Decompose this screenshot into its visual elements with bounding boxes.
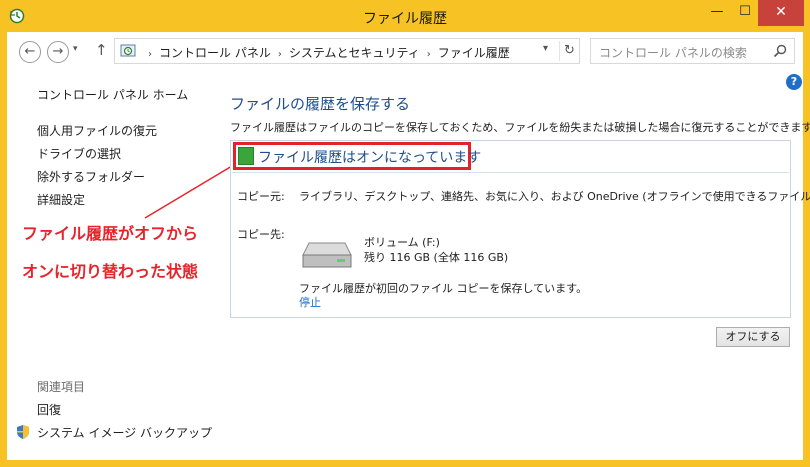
copy-destination-label: コピー先:	[237, 228, 285, 241]
breadcrumb-file-history[interactable]: ファイル履歴	[438, 46, 510, 60]
breadcrumb-control-panel[interactable]: コントロール パネル	[159, 46, 271, 60]
sidebar-item-advanced-settings[interactable]: 詳細設定	[37, 191, 85, 208]
breadcrumb-separator[interactable]: ›	[427, 49, 431, 60]
drive-icon	[302, 242, 352, 268]
sidebar-item-select-drive[interactable]: ドライブの選択	[37, 145, 121, 162]
sidebar-item-restore-files[interactable]: 個人用ファイルの復元	[37, 122, 157, 139]
stop-link[interactable]: 停止	[299, 294, 321, 310]
copy-source-label: コピー元:	[237, 190, 285, 203]
search-icon[interactable]	[772, 43, 788, 59]
sidebar-item-system-image-backup[interactable]: システム イメージ バックアップ	[37, 424, 212, 441]
status-panel: ファイル履歴はオンになっています コピー元: ライブラリ、デスクトップ、連絡先、…	[230, 140, 810, 318]
annotation-text-line2: オンに切り替わった状態	[22, 262, 199, 281]
status-highlight-box: ファイル履歴はオンになっています	[233, 142, 481, 170]
sidebar-control-panel-home[interactable]: コントロール パネル ホーム	[37, 86, 188, 103]
refresh-button[interactable]: ↻	[559, 41, 579, 61]
breadcrumb-separator[interactable]: ›	[278, 49, 282, 60]
address-bar[interactable]: › コントロール パネル › システムとセキュリティ › ファイル履歴 ▾ ↻	[114, 38, 580, 64]
breadcrumb-separator[interactable]: ›	[148, 49, 152, 60]
close-button[interactable]: ✕	[758, 0, 804, 26]
page-description: ファイル履歴はファイルのコピーを保存しておくため、ファイルを紛失または破損した場…	[230, 121, 810, 134]
address-dropdown-icon[interactable]: ▾	[543, 43, 548, 54]
window-title: ファイル履歴	[363, 11, 447, 27]
copy-status-text: ファイル履歴が初回のファイル コピーを保存しています。	[299, 282, 588, 295]
search-box[interactable]: コントロール パネルの検索	[590, 38, 795, 64]
volume-name: ボリューム (F:)	[364, 236, 440, 249]
search-input[interactable]: コントロール パネルの検索	[599, 44, 747, 61]
title-bar[interactable]: ファイル履歴 — ☐ ✕	[0, 0, 810, 32]
sidebar-related-heading: 関連項目	[37, 380, 86, 394]
up-button[interactable]: ↑	[95, 41, 108, 59]
control-panel-icon	[120, 44, 136, 57]
annotation-text-line1: ファイル履歴がオフから	[22, 224, 199, 243]
sidebar-item-recovery[interactable]: 回復	[37, 401, 61, 418]
page-title: ファイルの履歴を保存する	[230, 95, 411, 113]
volume-free-space: 残り 116 GB (全体 116 GB)	[364, 251, 509, 264]
shield-icon	[17, 425, 29, 439]
status-on-indicator-icon	[238, 147, 254, 165]
minimize-button[interactable]: —	[702, 0, 732, 26]
navigation-bar: ← → ▾ ↑ › コントロール パネル › システムとセキュリティ › ファイル履歴 ▾…	[7, 32, 803, 70]
status-text: ファイル履歴はオンになっています	[258, 150, 482, 166]
maximize-button[interactable]: ☐	[730, 0, 760, 26]
turn-off-button[interactable]: オフにする	[716, 327, 790, 347]
copy-source-value: ライブラリ、デスクトップ、連絡先、お気に入り、および OneDrive (オフラ…	[299, 190, 810, 203]
sidebar-item-exclude-folders[interactable]: 除外するフォルダー	[37, 168, 145, 185]
forward-button[interactable]: →	[47, 41, 69, 63]
breadcrumb: › コントロール パネル › システムとセキュリティ › ファイル履歴	[141, 44, 510, 61]
recent-locations-chevron-icon[interactable]: ▾	[73, 44, 78, 54]
breadcrumb-system-security[interactable]: システムとセキュリティ	[289, 46, 420, 60]
help-icon[interactable]: ?	[786, 74, 802, 90]
back-button[interactable]: ←	[19, 41, 41, 63]
panel-divider	[232, 172, 789, 173]
